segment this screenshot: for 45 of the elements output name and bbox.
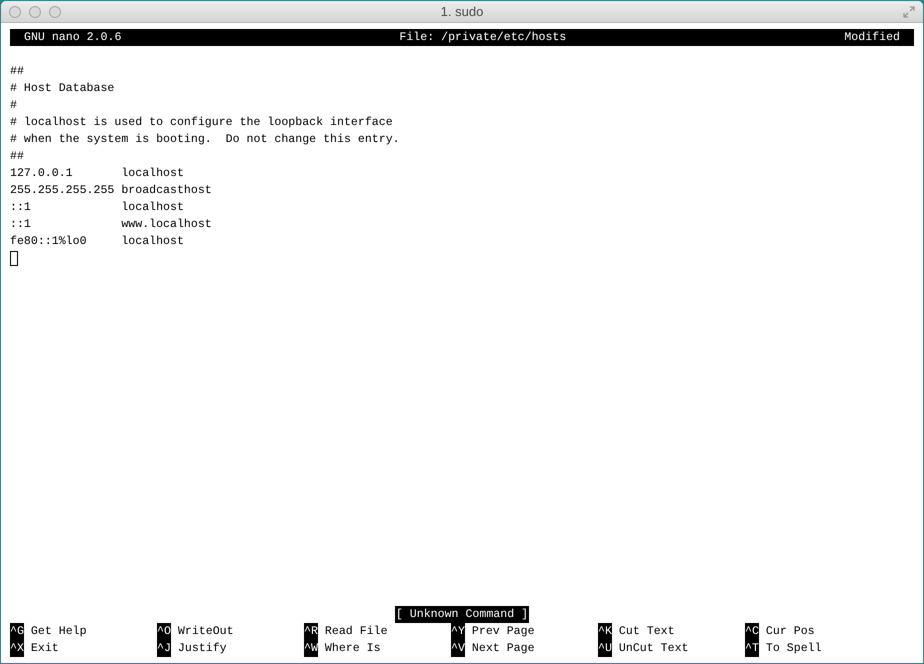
file-line: ## — [10, 149, 24, 165]
shortcut-key: ^W — [304, 640, 318, 657]
modified-status: Modified — [844, 30, 900, 46]
zoom-button[interactable] — [49, 6, 61, 18]
shortcut-key: ^U — [598, 640, 612, 657]
shortcut-label: Justify — [178, 641, 227, 657]
file-line: # localhost is used to configure the loopback interface — [10, 115, 393, 131]
shortcut-label: WriteOut — [178, 624, 234, 640]
shortcut-key: ^V — [451, 640, 465, 657]
close-button[interactable] — [9, 6, 21, 18]
window-title: 1. sudo — [440, 2, 484, 21]
shortcut-label: Read File — [324, 624, 388, 640]
shortcut-label: Prev Page — [472, 624, 535, 640]
shortcut-key: ^Y — [451, 623, 465, 640]
shortcut-key: ^O — [157, 623, 171, 640]
minimize-button[interactable] — [29, 6, 41, 18]
shortcut-label: Cut Text — [618, 624, 675, 640]
file-name: File: /private/etc/hosts — [399, 30, 566, 46]
file-line: # — [10, 98, 17, 114]
shortcut-key: ^T — [745, 640, 759, 657]
shortcut-label: Next Page — [472, 641, 535, 657]
fullscreen-icon[interactable] — [903, 6, 915, 18]
file-line: ::1 www.localhost — [10, 217, 212, 233]
shortcut-label: UnCut Text — [618, 641, 688, 657]
file-line: ## — [10, 64, 24, 80]
app-version: GNU nano 2.0.6 — [24, 30, 122, 46]
shortcut-key: ^R — [304, 623, 318, 640]
shortcut-key: ^X — [10, 640, 24, 657]
file-line: 255.255.255.255 broadcasthost — [10, 183, 212, 199]
shortcut-key: ^C — [745, 623, 759, 640]
shortcut-key: ^K — [598, 623, 612, 640]
text-cursor — [10, 251, 18, 266]
shortcut-label: Cur Pos — [766, 624, 815, 640]
status-message: [ Unknown Command ] — [394, 606, 530, 623]
shortcut-label: Where Is — [324, 641, 381, 657]
file-line: # when the system is booting. Do not change this entry. — [10, 132, 400, 148]
file-line: 127.0.0.1 localhost — [10, 166, 184, 182]
file-line: fe80::1%lo0 localhost — [10, 234, 184, 250]
shortcut-key: ^J — [157, 640, 171, 657]
file-line: # Host Database — [10, 81, 114, 97]
shortcut-label: Exit — [30, 641, 59, 657]
shortcut-label: Get Help — [30, 624, 87, 640]
shortcut-key: ^G — [10, 623, 24, 640]
file-line: ::1 localhost — [10, 200, 184, 216]
shortcut-label: To Spell — [766, 641, 822, 657]
